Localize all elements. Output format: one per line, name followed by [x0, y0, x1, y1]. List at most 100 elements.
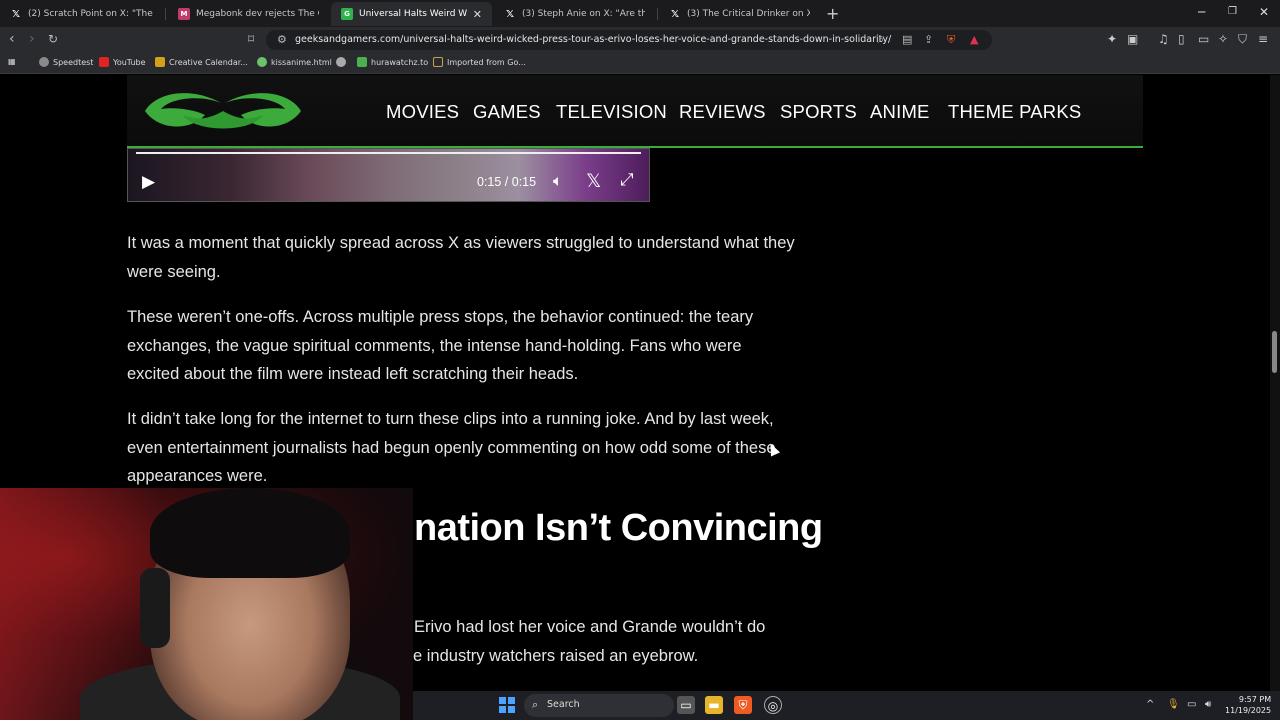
- play-icon[interactable]: ▶: [142, 172, 155, 192]
- volume-tray-icon[interactable]: 🔊︎: [1205, 699, 1211, 710]
- network-icon[interactable]: ▭: [1187, 699, 1196, 710]
- hurawatch-icon: [357, 57, 367, 67]
- tab-title: (2) Scratch Point on X: "The English la: [28, 9, 153, 19]
- tray-overflow-icon[interactable]: ^: [1146, 699, 1154, 710]
- article-paragraph: These weren’t one-offs. Across multiple …: [127, 308, 754, 383]
- apps-icon[interactable]: ▦: [8, 57, 16, 66]
- extensions-icon[interactable]: ✦: [1107, 32, 1117, 46]
- toolbar: ‹ › ↻ ⌑ ⚙ geeksandgamers.com/universal-h…: [0, 27, 1280, 53]
- tab-3-active[interactable]: G Universal Halts Weird Wicked Pre ✕: [331, 2, 492, 26]
- fullscreen-icon[interactable]: ⤢: [620, 170, 634, 190]
- webcam-overlay: [0, 488, 413, 720]
- nav-games[interactable]: GAMES: [473, 101, 541, 123]
- x-logo-icon: 𝕏: [670, 8, 680, 20]
- vpn-icon[interactable]: ⛉: [1238, 32, 1247, 47]
- bookmark-kissanime[interactable]: kissanime.html: [257, 57, 332, 67]
- nav-movies[interactable]: MOVIES: [386, 101, 459, 123]
- back-icon[interactable]: ‹: [9, 31, 15, 47]
- bookmark-label: kissanime.html: [271, 57, 332, 67]
- tab-bar: 𝕏 (2) Scratch Point on X: "The English l…: [0, 0, 1280, 27]
- tab-title: Megabonk dev rejects The Game Awa: [196, 9, 319, 19]
- article-paragraph: It was a moment that quickly spread acro…: [127, 234, 795, 281]
- brave-shields-icon[interactable]: ⛨: [947, 33, 955, 47]
- article-text-fragment: Erivo had lost her voice and Grande woul…: [414, 618, 766, 636]
- taskbar-search[interactable]: ⌕ Search: [524, 694, 674, 717]
- minimize-icon[interactable]: ─: [1198, 5, 1205, 19]
- url-text[interactable]: geeksandgamers.com/universal-halts-weird…: [295, 34, 891, 45]
- clock-time: 9:57 PM: [1238, 695, 1272, 704]
- windows-taskbar: ⌕ Search ▭ ▬ ⛨ ◎ ^ 🎙︎ ▭ 🔊︎ 9:57 PM 11/19…: [413, 691, 1280, 720]
- microphone-icon[interactable]: 🎙︎: [1167, 699, 1180, 710]
- close-window-icon[interactable]: ✕: [1259, 5, 1269, 19]
- nav-theme-parks[interactable]: THEME PARKS: [948, 101, 1081, 123]
- search-label: Search: [547, 699, 580, 710]
- file-explorer-icon[interactable]: ▬: [705, 696, 723, 714]
- tab-2[interactable]: M Megabonk dev rejects The Game Awa: [168, 2, 329, 26]
- zoom-icon[interactable]: ⌕: [878, 33, 884, 47]
- leo-ai-icon[interactable]: ✧: [1218, 32, 1228, 46]
- bookmark-speedtest[interactable]: Speedtest: [39, 57, 93, 67]
- x-logo-icon[interactable]: 𝕏: [586, 170, 601, 192]
- volume-icon[interactable]: 🔈︎: [553, 171, 563, 191]
- close-tab-icon[interactable]: ✕: [473, 8, 482, 21]
- gag-icon: G: [341, 8, 353, 20]
- menu-icon[interactable]: ≡: [1258, 32, 1268, 46]
- bookmark-label: Creative Calendar...: [169, 57, 248, 67]
- page-scrollbar[interactable]: [1270, 75, 1280, 691]
- bookmark-label: hurawatchz.to: [371, 57, 429, 67]
- system-clock[interactable]: 9:57 PM 11/19/2025: [1225, 694, 1271, 716]
- bookmark-globe[interactable]: [336, 57, 350, 67]
- clock-date: 11/19/2025: [1225, 706, 1272, 715]
- bookmark-label: Speedtest: [53, 57, 94, 67]
- kissanime-icon: [257, 57, 267, 67]
- headset-icon: [140, 568, 170, 648]
- panel-icon[interactable]: ▯: [1178, 32, 1185, 46]
- site-header: MOVIES GAMES TELEVISION REVIEWS SPORTS A…: [127, 75, 1143, 148]
- share-icon[interactable]: ⇪: [924, 33, 933, 46]
- brave-rewards-icon[interactable]: ▲: [970, 33, 978, 46]
- windows-start-icon[interactable]: [499, 697, 515, 713]
- nav-reviews[interactable]: REVIEWS: [679, 101, 766, 123]
- task-view-icon[interactable]: ▭: [677, 696, 695, 714]
- new-tab-button[interactable]: +: [826, 4, 839, 23]
- video-time: 0:15 / 0:15: [477, 175, 537, 189]
- speedtest-icon: [39, 57, 49, 67]
- bookmark-creative-calendar[interactable]: Creative Calendar...: [155, 57, 248, 67]
- bookmark-label: YouTube: [113, 57, 146, 67]
- x-logo-icon: 𝕏: [505, 8, 515, 20]
- brave-browser-icon[interactable]: ⛨: [734, 696, 752, 714]
- search-icon: ⌕: [532, 698, 539, 711]
- media-icon[interactable]: ♫: [1158, 32, 1169, 46]
- streamer-hair: [150, 488, 350, 578]
- globe-icon: [336, 57, 346, 67]
- tab-4[interactable]: 𝕏 (3) Steph Anie on X: "Are they weird?: [494, 2, 655, 26]
- forward-icon[interactable]: ›: [29, 31, 35, 47]
- site-info-icon[interactable]: ⚙: [277, 33, 287, 46]
- video-progress-bar[interactable]: [136, 152, 641, 154]
- tab-5[interactable]: 𝕏 (3) The Critical Drinker on X: "There …: [659, 2, 820, 26]
- sidebar-icon[interactable]: ▣: [1127, 32, 1138, 46]
- address-bar[interactable]: ⚙ geeksandgamers.com/universal-halts-wei…: [266, 30, 992, 50]
- youtube-icon: [99, 57, 109, 67]
- wallet-icon[interactable]: ▭: [1198, 32, 1209, 46]
- tab-title: (3) Steph Anie on X: "Are they weird?: [522, 9, 645, 19]
- embedded-video-player[interactable]: ▶ 0:15 / 0:15 🔈︎ 𝕏 ⤢: [127, 148, 650, 202]
- scrollbar-thumb[interactable]: [1272, 331, 1277, 373]
- tab-1[interactable]: 𝕏 (2) Scratch Point on X: "The English l…: [0, 2, 163, 26]
- geeks-and-gamers-logo[interactable]: [143, 85, 303, 137]
- nav-anime[interactable]: ANIME: [870, 101, 930, 123]
- bookmark-imported-folder[interactable]: Imported from Go...: [433, 57, 526, 67]
- bookmark-youtube[interactable]: YouTube: [99, 57, 146, 67]
- bookmark-hurawatchz[interactable]: hurawatchz.to: [357, 57, 428, 67]
- folder-icon: [433, 57, 443, 67]
- section-heading: nation Isn’t Convincing: [414, 507, 823, 549]
- bookmarks-bar: ▦ Speedtest YouTube Creative Calendar...…: [0, 53, 1280, 74]
- nav-television[interactable]: TELEVISION: [556, 101, 667, 123]
- tab-title: (3) The Critical Drinker on X: "There a: [687, 9, 810, 19]
- app-icon[interactable]: ◎: [764, 696, 782, 714]
- nav-sports[interactable]: SPORTS: [780, 101, 857, 123]
- reader-icon[interactable]: ▤: [902, 33, 912, 46]
- bookmark-icon[interactable]: ⌑: [248, 32, 254, 46]
- restore-icon[interactable]: ❐: [1228, 6, 1237, 17]
- reload-icon[interactable]: ↻: [48, 32, 58, 46]
